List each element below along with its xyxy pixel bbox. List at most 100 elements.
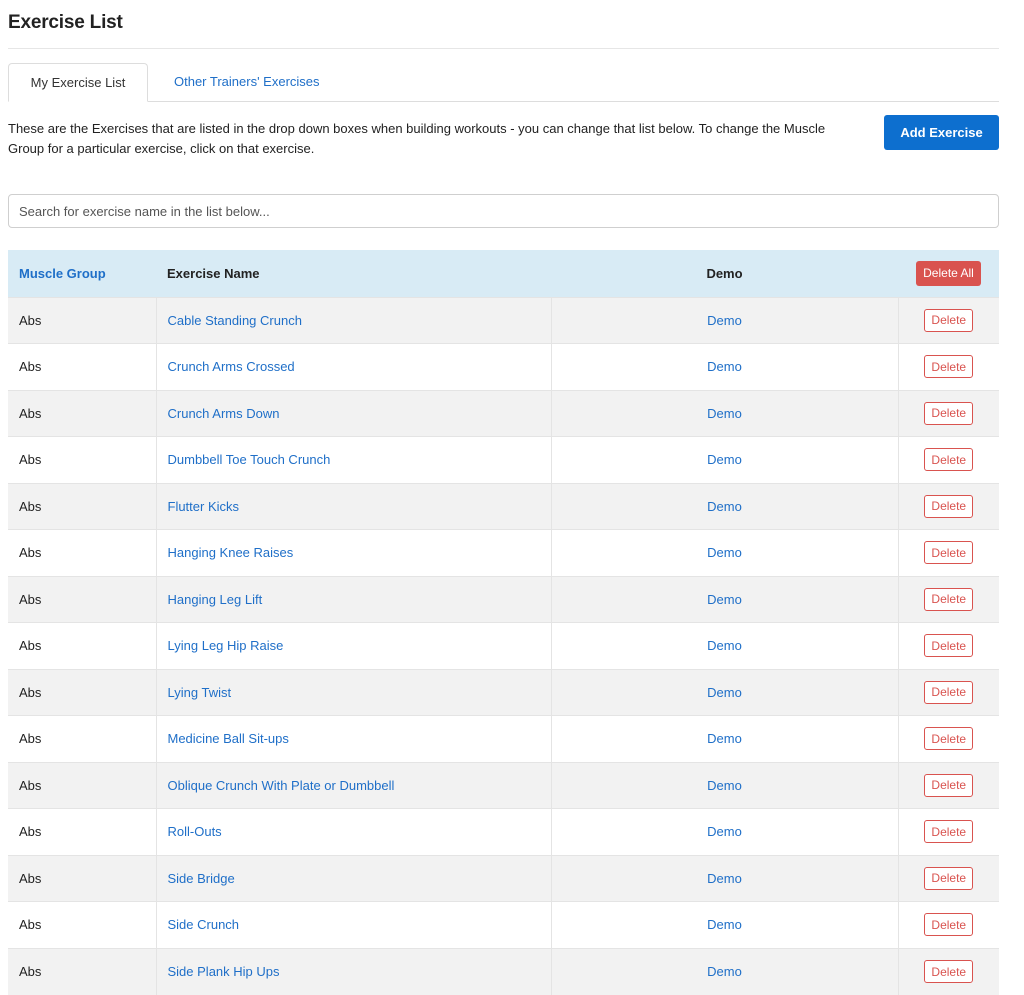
delete-button[interactable]: Delete xyxy=(924,913,974,937)
table-row: Abs Lying Twist Demo Delete xyxy=(8,668,999,716)
exercise-name-cell: Lying Twist xyxy=(155,668,551,716)
exercise-name-link[interactable]: Side Crunch xyxy=(168,917,240,932)
demo-link[interactable]: Demo xyxy=(707,638,742,653)
delete-button[interactable]: Delete xyxy=(924,866,974,890)
delete-button[interactable]: Delete xyxy=(924,587,974,611)
demo-link[interactable]: Demo xyxy=(707,545,742,560)
delete-button[interactable]: Delete xyxy=(924,401,974,425)
muscle-group-cell: Abs xyxy=(8,808,156,855)
add-exercise-button[interactable]: Add Exercise xyxy=(884,115,999,150)
demo-cell: Demo xyxy=(550,296,898,344)
demo-link[interactable]: Demo xyxy=(707,778,742,793)
demo-link[interactable]: Demo xyxy=(707,406,742,421)
demo-link[interactable]: Demo xyxy=(707,871,742,886)
muscle-group-cell: Abs xyxy=(8,529,156,576)
muscle-group-cell: Abs xyxy=(8,296,156,344)
exercise-name-cell: Side Bridge xyxy=(155,854,551,902)
demo-cell: Demo xyxy=(550,715,898,762)
delete-button[interactable]: Delete xyxy=(924,355,974,379)
demo-link[interactable]: Demo xyxy=(707,731,742,746)
demo-cell: Demo xyxy=(550,808,898,855)
tab-other-trainers-exercises[interactable]: Other Trainers' Exercises xyxy=(162,63,332,101)
exercise-name-link[interactable]: Crunch Arms Down xyxy=(168,406,280,421)
delete-button[interactable]: Delete xyxy=(924,960,974,983)
exercise-name-link[interactable]: Crunch Arms Crossed xyxy=(168,359,295,374)
tab-my-exercise-list[interactable]: My Exercise List xyxy=(8,63,148,102)
table-row: Abs Hanging Knee Raises Demo Delete xyxy=(8,529,999,576)
delete-button[interactable]: Delete xyxy=(924,773,974,797)
table-row: Abs Side Crunch Demo Delete xyxy=(8,901,999,948)
muscle-group-cell: Abs xyxy=(8,575,156,623)
exercise-name-header: Exercise Name xyxy=(167,265,260,281)
exercise-name-link[interactable]: Medicine Ball Sit-ups xyxy=(168,731,289,746)
action-cell: Delete xyxy=(897,482,999,530)
action-cell: Delete xyxy=(897,296,999,344)
demo-link[interactable]: Demo xyxy=(707,359,742,374)
demo-link[interactable]: Demo xyxy=(707,824,742,839)
demo-link[interactable]: Demo xyxy=(707,917,742,932)
demo-link[interactable]: Demo xyxy=(707,592,742,607)
exercise-name-cell: Lying Leg Hip Raise xyxy=(155,622,551,669)
demo-link[interactable]: Demo xyxy=(707,685,742,700)
demo-link[interactable]: Demo xyxy=(707,313,742,328)
exercise-table-body: Abs Cable Standing Crunch Demo Delete Abs Cru… xyxy=(8,296,999,995)
demo-cell: Demo xyxy=(550,482,898,530)
muscle-group-cell: Abs xyxy=(8,343,156,390)
muscle-group-cell: Abs xyxy=(8,622,156,669)
delete-button[interactable]: Delete xyxy=(924,634,974,658)
delete-button[interactable]: Delete xyxy=(924,820,974,844)
action-cell: Delete xyxy=(897,901,999,948)
exercise-name-link[interactable]: Lying Leg Hip Raise xyxy=(168,638,284,653)
table-row: Abs Side Plank Hip Ups Demo Delete xyxy=(8,947,999,995)
demo-link[interactable]: Demo xyxy=(707,452,742,467)
demo-link[interactable]: Demo xyxy=(707,499,742,514)
exercise-name-cell: Hanging Leg Lift xyxy=(155,575,551,623)
demo-link[interactable]: Demo xyxy=(707,964,742,979)
demo-cell: Demo xyxy=(550,343,898,390)
exercise-name-link[interactable]: Hanging Knee Raises xyxy=(168,545,294,560)
exercise-name-link[interactable]: Dumbbell Toe Touch Crunch xyxy=(168,452,331,467)
action-cell: Delete xyxy=(897,575,999,623)
exercise-name-link[interactable]: Cable Standing Crunch xyxy=(168,313,302,328)
action-cell: Delete xyxy=(897,529,999,576)
table-row: Abs Lying Leg Hip Raise Demo Delete xyxy=(8,622,999,669)
demo-cell: Demo xyxy=(550,529,898,576)
muscle-group-cell: Abs xyxy=(8,389,156,437)
search-input[interactable] xyxy=(8,194,999,228)
delete-button[interactable]: Delete xyxy=(924,494,974,518)
exercise-name-link[interactable]: Oblique Crunch With Plate or Dumbbell xyxy=(168,778,395,793)
exercise-name-link[interactable]: Hanging Leg Lift xyxy=(168,592,263,607)
demo-cell: Demo xyxy=(550,575,898,623)
table-row: Abs Roll-Outs Demo Delete xyxy=(8,808,999,855)
exercise-name-link[interactable]: Flutter Kicks xyxy=(168,499,240,514)
action-cell: Delete xyxy=(897,389,999,437)
delete-button[interactable]: Delete xyxy=(924,308,974,332)
table-row: Abs Side Bridge Demo Delete xyxy=(8,854,999,902)
demo-header: Demo xyxy=(706,265,743,281)
exercise-name-cell: Cable Standing Crunch xyxy=(155,296,551,344)
exercise-name-cell: Flutter Kicks xyxy=(155,482,551,530)
muscle-group-header[interactable]: Muscle Group xyxy=(8,250,156,297)
table-header-row: Muscle Group Exercise Name Demo Delete A… xyxy=(8,250,999,297)
demo-cell: Demo xyxy=(550,436,898,483)
exercise-name-cell: Crunch Arms Down xyxy=(155,389,551,437)
delete-all-button[interactable]: Delete All xyxy=(916,260,981,286)
delete-button[interactable]: Delete xyxy=(924,727,974,751)
exercise-name-link[interactable]: Side Plank Hip Ups xyxy=(168,964,280,979)
exercise-name-link[interactable]: Lying Twist xyxy=(168,685,232,700)
muscle-group-cell: Abs xyxy=(8,761,156,809)
action-cell: Delete xyxy=(897,668,999,716)
action-cell: Delete xyxy=(897,947,999,995)
page-title: Exercise List xyxy=(8,12,123,33)
demo-cell: Demo xyxy=(550,901,898,948)
table-row: Abs Medicine Ball Sit-ups Demo Delete xyxy=(8,715,999,762)
actions-header: Delete All xyxy=(898,250,999,297)
delete-button[interactable]: Delete xyxy=(924,448,974,472)
exercise-name-link[interactable]: Side Bridge xyxy=(168,871,235,886)
delete-button[interactable]: Delete xyxy=(924,541,974,565)
action-cell: Delete xyxy=(897,343,999,390)
muscle-group-cell: Abs xyxy=(8,854,156,902)
delete-button[interactable]: Delete xyxy=(924,680,974,704)
exercise-name-link[interactable]: Roll-Outs xyxy=(168,824,222,839)
table-row: Abs Cable Standing Crunch Demo Delete xyxy=(8,296,999,344)
